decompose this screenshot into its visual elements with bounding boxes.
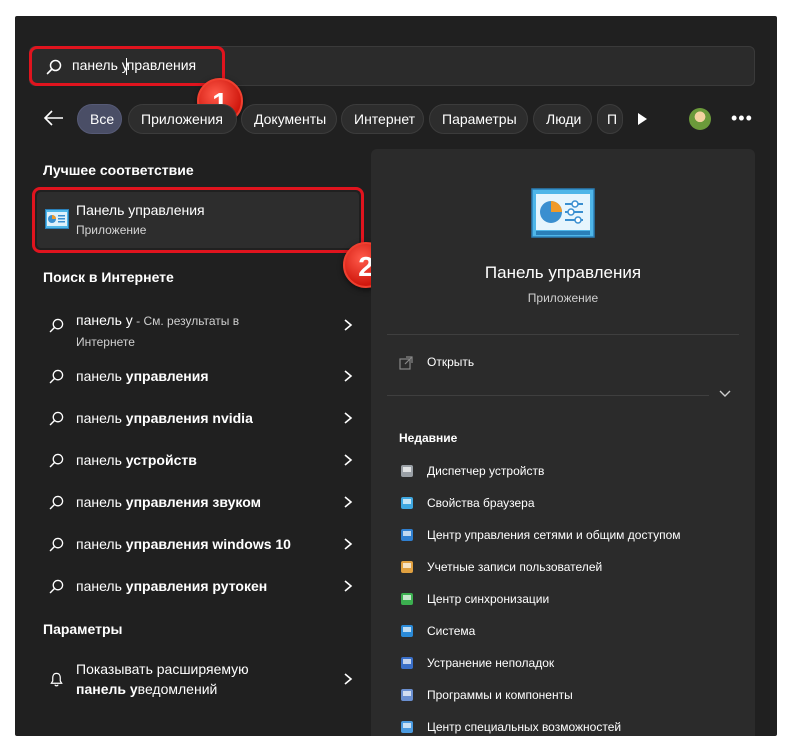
- web-result-text: панель устройств: [76, 452, 197, 468]
- web-result-prefix: панель: [76, 494, 126, 510]
- recent-item-label: Центр управления сетями и общим доступом: [427, 528, 681, 542]
- chevron-right-icon: [344, 673, 353, 685]
- search-icon: [49, 453, 64, 468]
- web-result-prefix: панель: [76, 368, 126, 384]
- accessibility-icon: [401, 721, 413, 733]
- web-result-0[interactable]: панель у - См. результаты в Интернете: [37, 306, 359, 354]
- recent-item-label: Система: [427, 624, 476, 638]
- divider: [387, 395, 709, 396]
- section-best-match: Лучшее соответствие: [43, 162, 194, 178]
- control-panel-large-icon: [531, 188, 595, 238]
- filter-internet[interactable]: Интернет: [341, 104, 424, 134]
- web-result-bold: устройств: [125, 452, 197, 468]
- network-center-icon: [401, 529, 413, 541]
- recent-item-label: Программы и компоненты: [427, 688, 573, 702]
- recent-item-label: Учетные записи пользователей: [427, 560, 603, 574]
- section-settings: Параметры: [43, 621, 123, 637]
- settings-result-bold: панель у: [76, 681, 138, 697]
- web-result-3[interactable]: панель устройств: [37, 441, 359, 481]
- settings-result[interactable]: Показывать расширяемую панель уведомлений: [37, 658, 359, 704]
- search-icon: [49, 495, 64, 510]
- web-result-bold: управления звуком: [125, 494, 261, 510]
- filter-settings[interactable]: Параметры: [429, 104, 528, 134]
- sync-center-icon: [401, 593, 413, 605]
- system-icon: [401, 625, 413, 637]
- recent-header: Недавние: [399, 431, 458, 445]
- web-result-bold: управления: [125, 368, 209, 384]
- settings-result-text: Показывать расширяемую панель уведомлений: [76, 659, 249, 699]
- web-result-bold: управления рутокен: [125, 578, 268, 594]
- detail-subtitle: Приложение: [527, 291, 599, 305]
- web-result-hint: - См. результаты в: [132, 314, 240, 328]
- web-result-1[interactable]: панель управления: [37, 357, 359, 397]
- web-result-query: панель у: [76, 312, 133, 328]
- web-result-prefix: панель: [76, 452, 126, 468]
- filter-more-cut[interactable]: П: [597, 104, 623, 134]
- web-result-6[interactable]: панель управления рутокен: [37, 567, 359, 607]
- settings-result-line1: Показывать расширяемую: [76, 661, 249, 677]
- chevron-right-icon: [344, 412, 353, 424]
- play-icon[interactable]: [635, 111, 649, 127]
- filter-people[interactable]: Люди: [533, 104, 592, 134]
- chevron-right-icon: [344, 319, 353, 331]
- filter-apps[interactable]: Приложения: [128, 104, 237, 134]
- detail-pane: Панель управления Приложение Открыть Нед…: [371, 149, 755, 736]
- web-result-text: панель управления звуком: [76, 494, 261, 510]
- web-result-prefix: панель: [76, 410, 126, 426]
- search-icon: [49, 318, 64, 333]
- more-options-icon[interactable]: •••: [731, 108, 753, 128]
- web-result-prefix: панель: [76, 536, 126, 552]
- web-result-text: панель управления: [76, 368, 209, 384]
- recent-item-label: Свойства браузера: [427, 496, 535, 510]
- divider: [387, 334, 739, 335]
- web-result-text: панель управления рутокен: [76, 578, 267, 594]
- web-result-text: панель у - См. результаты в Интернете: [76, 310, 239, 352]
- back-arrow-icon[interactable]: [43, 108, 65, 128]
- highlight-search-box: [29, 46, 225, 86]
- search-icon: [49, 369, 64, 384]
- recent-item-label: Диспетчер устройств: [427, 464, 545, 478]
- web-result-text: панель управления nvidia: [76, 410, 253, 426]
- web-result-bold: управления nvidia: [125, 410, 253, 426]
- chevron-right-icon: [344, 496, 353, 508]
- web-result-hint-line2: Интернете: [76, 335, 135, 349]
- chevron-right-icon: [344, 370, 353, 382]
- web-result-5[interactable]: панель управления windows 10: [37, 525, 359, 565]
- chevron-right-icon: [344, 454, 353, 466]
- filter-documents[interactable]: Документы: [241, 104, 337, 134]
- detail-title: Панель управления: [484, 263, 642, 282]
- bell-icon: [50, 672, 63, 687]
- browser-properties-icon: [401, 497, 413, 509]
- settings-result-rest: ведомлений: [137, 681, 218, 697]
- troubleshoot-icon: [401, 657, 413, 669]
- highlight-best-match: [32, 187, 364, 253]
- device-manager-icon: [401, 465, 413, 477]
- open-action[interactable]: Открыть: [427, 355, 474, 369]
- web-result-4[interactable]: панель управления звуком: [37, 483, 359, 523]
- section-web-search: Поиск в Интернете: [43, 269, 174, 285]
- open-external-icon: [399, 356, 413, 370]
- chevron-down-icon[interactable]: [719, 389, 731, 399]
- web-result-text: панель управления windows 10: [76, 536, 291, 552]
- search-icon: [49, 411, 64, 426]
- search-icon: [49, 579, 64, 594]
- chevron-right-icon: [344, 580, 353, 592]
- web-result-prefix: панель: [76, 578, 126, 594]
- filter-all[interactable]: Все: [77, 104, 122, 134]
- search-icon: [49, 537, 64, 552]
- recent-item-label: Центр специальных возможностей: [427, 720, 622, 734]
- start-search-panel: панель управления 1 Все Приложения Докум…: [15, 16, 777, 736]
- recent-item-label: Устранение неполадок: [427, 656, 555, 670]
- recent-item-label: Центр синхронизации: [427, 592, 550, 606]
- programs-icon: [401, 689, 413, 701]
- avatar[interactable]: [689, 108, 711, 130]
- chevron-right-icon: [344, 538, 353, 550]
- web-result-2[interactable]: панель управления nvidia: [37, 399, 359, 439]
- user-accounts-icon: [401, 561, 413, 573]
- web-result-bold: управления windows 10: [125, 536, 291, 552]
